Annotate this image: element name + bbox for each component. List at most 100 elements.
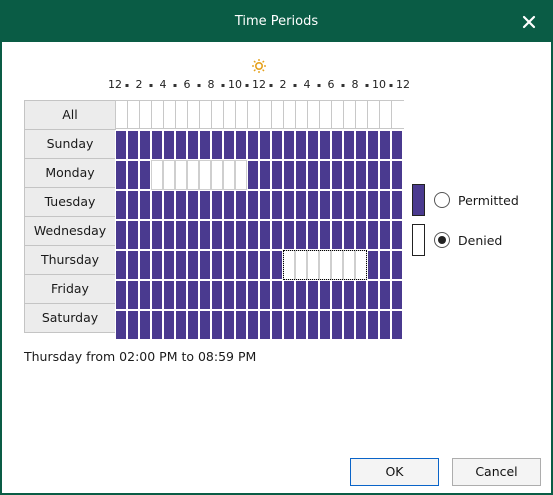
schedule-cell[interactable]	[139, 310, 151, 340]
schedule-cell[interactable]	[247, 250, 259, 280]
ok-button[interactable]: OK	[350, 458, 439, 486]
schedule-cell[interactable]	[379, 310, 391, 340]
schedule-cell[interactable]	[175, 280, 187, 310]
schedule-cell[interactable]	[199, 280, 211, 310]
schedule-cell[interactable]	[319, 190, 331, 220]
schedule-cell[interactable]	[211, 250, 223, 280]
schedule-cell[interactable]	[295, 280, 307, 310]
schedule-cell[interactable]	[391, 190, 403, 220]
schedule-cell[interactable]	[391, 160, 403, 190]
day-friday-button[interactable]: Friday	[24, 274, 116, 304]
schedule-cell[interactable]	[343, 160, 355, 190]
permitted-radio[interactable]	[434, 192, 450, 208]
hour-column-header[interactable]	[355, 100, 367, 129]
schedule-cell[interactable]	[151, 250, 163, 280]
schedule-cell[interactable]	[127, 280, 139, 310]
schedule-cell[interactable]	[283, 220, 295, 250]
schedule-cell[interactable]	[115, 160, 127, 190]
day-wednesday-button[interactable]: Wednesday	[24, 216, 116, 246]
schedule-cell[interactable]	[259, 250, 271, 280]
schedule-cell[interactable]	[247, 190, 259, 220]
schedule-cell[interactable]	[319, 280, 331, 310]
hour-column-header[interactable]	[211, 100, 223, 129]
schedule-cell[interactable]	[343, 190, 355, 220]
schedule-cell[interactable]	[163, 160, 175, 190]
schedule-cell[interactable]	[223, 310, 235, 340]
schedule-cell[interactable]	[211, 220, 223, 250]
schedule-cell[interactable]	[115, 220, 127, 250]
schedule-cell[interactable]	[139, 220, 151, 250]
schedule-cell[interactable]	[151, 220, 163, 250]
schedule-cell[interactable]	[307, 190, 319, 220]
schedule-cell[interactable]	[271, 280, 283, 310]
schedule-cell[interactable]	[331, 160, 343, 190]
schedule-cell[interactable]	[259, 220, 271, 250]
hour-column-header[interactable]	[163, 100, 175, 129]
hour-column-header[interactable]	[319, 100, 331, 129]
hour-column-header[interactable]	[199, 100, 211, 129]
schedule-cell[interactable]	[151, 190, 163, 220]
schedule-cell[interactable]	[355, 190, 367, 220]
schedule-cell[interactable]	[115, 280, 127, 310]
schedule-cell[interactable]	[319, 160, 331, 190]
schedule-cell[interactable]	[223, 190, 235, 220]
schedule-cell[interactable]	[367, 160, 379, 190]
schedule-cell[interactable]	[367, 250, 379, 280]
schedule-cell[interactable]	[211, 190, 223, 220]
schedule-cell[interactable]	[355, 220, 367, 250]
schedule-grid[interactable]	[115, 100, 405, 340]
schedule-cell[interactable]	[355, 160, 367, 190]
schedule-cell[interactable]	[175, 190, 187, 220]
schedule-cell[interactable]	[295, 220, 307, 250]
schedule-cell[interactable]	[151, 160, 163, 190]
day-saturday-button[interactable]: Saturday	[24, 303, 116, 333]
schedule-cell[interactable]	[175, 220, 187, 250]
schedule-cell[interactable]	[235, 130, 247, 160]
day-monday-button[interactable]: Monday	[24, 158, 116, 188]
schedule-cell[interactable]	[331, 130, 343, 160]
schedule-cell[interactable]	[391, 130, 403, 160]
schedule-cell[interactable]	[139, 280, 151, 310]
schedule-cell[interactable]	[307, 310, 319, 340]
schedule-cell[interactable]	[187, 130, 199, 160]
schedule-cell[interactable]	[175, 250, 187, 280]
schedule-cell[interactable]	[211, 160, 223, 190]
schedule-cell[interactable]	[271, 310, 283, 340]
schedule-cell[interactable]	[127, 310, 139, 340]
day-tuesday-button[interactable]: Tuesday	[24, 187, 116, 217]
schedule-cell[interactable]	[199, 310, 211, 340]
schedule-cell[interactable]	[355, 250, 367, 280]
schedule-cell[interactable]	[187, 190, 199, 220]
schedule-cell[interactable]	[379, 280, 391, 310]
cancel-button[interactable]: Cancel	[452, 458, 541, 486]
hour-column-header[interactable]	[127, 100, 139, 129]
close-button[interactable]	[513, 6, 545, 38]
schedule-cell[interactable]	[151, 130, 163, 160]
schedule-cell[interactable]	[391, 220, 403, 250]
schedule-cell[interactable]	[307, 160, 319, 190]
schedule-cell[interactable]	[283, 130, 295, 160]
schedule-cell[interactable]	[259, 160, 271, 190]
schedule-cell[interactable]	[115, 310, 127, 340]
schedule-cell[interactable]	[247, 130, 259, 160]
schedule-cell[interactable]	[211, 280, 223, 310]
schedule-cell[interactable]	[187, 160, 199, 190]
schedule-cell[interactable]	[343, 130, 355, 160]
schedule-cell[interactable]	[247, 280, 259, 310]
schedule-cell[interactable]	[115, 130, 127, 160]
hour-column-header[interactable]	[247, 100, 259, 129]
schedule-cell[interactable]	[343, 220, 355, 250]
schedule-cell[interactable]	[163, 280, 175, 310]
schedule-cell[interactable]	[127, 160, 139, 190]
schedule-cell[interactable]	[295, 160, 307, 190]
schedule-cell[interactable]	[367, 130, 379, 160]
schedule-cell[interactable]	[379, 250, 391, 280]
schedule-cell[interactable]	[175, 310, 187, 340]
schedule-cell[interactable]	[223, 250, 235, 280]
schedule-cell[interactable]	[199, 190, 211, 220]
schedule-cell[interactable]	[139, 160, 151, 190]
schedule-cell[interactable]	[355, 310, 367, 340]
hour-column-header[interactable]	[115, 100, 127, 129]
schedule-cell[interactable]	[331, 310, 343, 340]
schedule-cell[interactable]	[187, 250, 199, 280]
